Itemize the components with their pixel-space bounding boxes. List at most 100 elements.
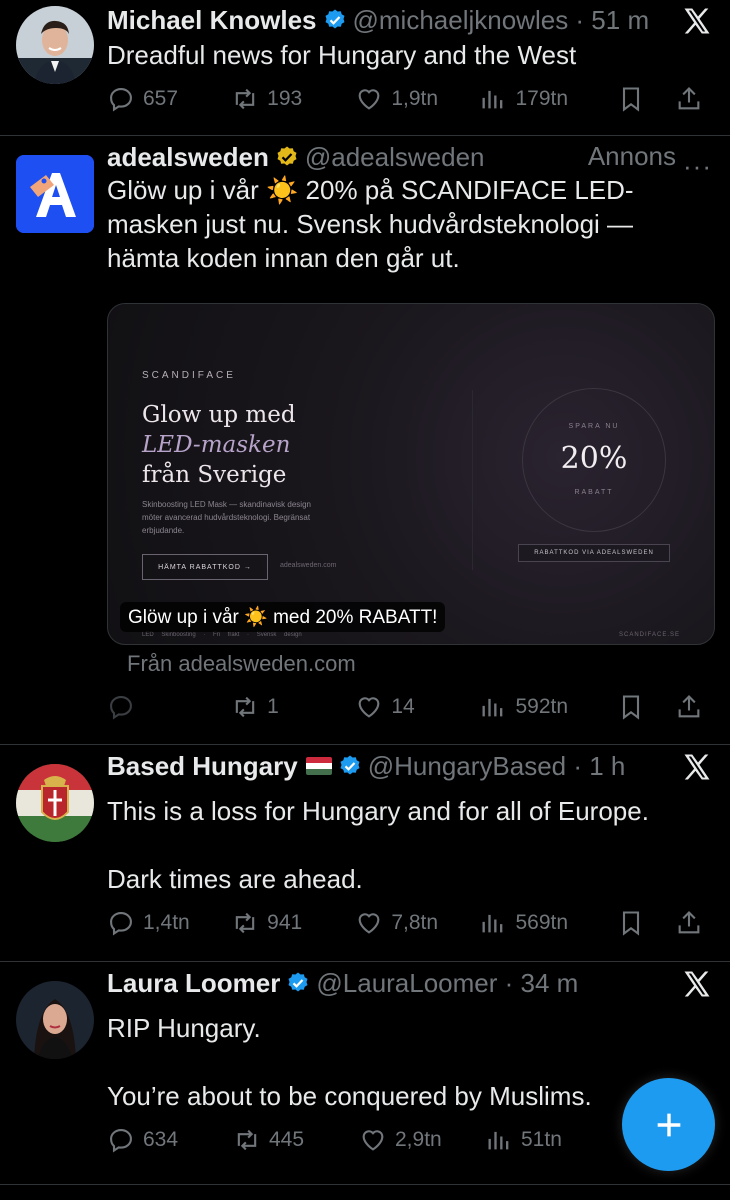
like-icon xyxy=(358,697,380,718)
tweet-ad-adealsweden[interactable]: adealsweden @adealsweden Annons ··· Glöw… xyxy=(0,137,730,745)
share-icon xyxy=(678,695,699,718)
media-brand: SCANDIFACE xyxy=(142,370,236,381)
like-button[interactable]: 14 xyxy=(355,693,479,721)
x-logo-icon xyxy=(684,971,710,997)
repost-button[interactable]: 445 xyxy=(233,1126,359,1154)
tweet-text: This is a loss for Hungary and for all o… xyxy=(107,794,710,896)
like-button[interactable]: 2,9tn xyxy=(359,1126,485,1154)
repost-button[interactable]: 1 xyxy=(231,693,355,721)
ad-source-link[interactable]: Från adealsweden.com xyxy=(127,651,356,677)
author-name[interactable]: Michael Knowles xyxy=(107,5,317,36)
like-icon xyxy=(362,1130,384,1151)
like-count: 1,9tn xyxy=(391,87,439,110)
reply-icon xyxy=(110,696,132,720)
tweet-text-line: This is a loss for Hungary and for all o… xyxy=(107,796,649,826)
like-icon xyxy=(358,913,380,934)
bookmark-icon xyxy=(623,695,640,720)
reply-button[interactable] xyxy=(107,693,231,721)
bookmark-icon xyxy=(623,911,640,936)
repost-button[interactable]: 941 xyxy=(231,909,355,937)
tweet-header: Michael Knowles @michaeljknowles · 51 m xyxy=(107,4,680,36)
ad-media-image[interactable]: SCANDIFACE Glow up med LED-masken från S… xyxy=(107,303,715,645)
avatar-adealsweden[interactable] xyxy=(16,155,94,233)
tweet-actions: 1 14 592tn xyxy=(107,690,714,724)
reply-count: 634 xyxy=(143,1128,179,1151)
views-button[interactable]: 592tn xyxy=(479,693,617,721)
view-count: 592tn xyxy=(515,695,569,718)
tweet-text-blank xyxy=(107,1045,710,1079)
ad-label: Annons xyxy=(587,141,676,171)
tweet-laura-loomer[interactable]: Laura Loomer @LauraLoomer · 34 m RIP Hun… xyxy=(0,963,730,1185)
tweet-header: adealsweden @adealsweden xyxy=(107,141,540,173)
reply-icon xyxy=(110,1129,132,1153)
tweet-actions: 657 193 1,9tn 179tn xyxy=(107,82,714,116)
author-name[interactable]: Based Hungary xyxy=(107,751,298,782)
views-icon xyxy=(482,914,503,933)
tweet-header: Based Hungary @HungaryBased · 1 h xyxy=(107,750,680,782)
compose-button[interactable] xyxy=(622,1078,715,1171)
avatar-laura-loomer[interactable] xyxy=(16,981,94,1059)
media-cta-button: HÄMTA RABATTKOD → xyxy=(142,554,268,580)
reply-count: 657 xyxy=(143,87,179,110)
like-button[interactable]: 7,8tn xyxy=(355,909,479,937)
bookmark-button[interactable] xyxy=(617,693,674,721)
author-name[interactable]: adealsweden xyxy=(107,142,269,173)
share-icon xyxy=(678,87,699,110)
author-handle[interactable]: @michaeljknowles · 51 m xyxy=(353,5,650,36)
media-save-label: SPARA NU xyxy=(568,423,620,430)
tweet-text-line: Dark times are ahead. xyxy=(107,864,363,894)
bookmark-icon xyxy=(623,87,640,112)
tweet-text-line: RIP Hungary. xyxy=(107,1013,261,1043)
repost-count: 193 xyxy=(267,87,303,110)
x-logo-icon xyxy=(684,8,710,34)
views-button[interactable]: 569tn xyxy=(479,909,617,937)
author-handle[interactable]: @LauraLoomer · 34 m xyxy=(316,968,578,999)
tweet-michael-knowles[interactable]: Michael Knowles @michaeljknowles · 51 m … xyxy=(0,0,730,136)
bookmark-button[interactable] xyxy=(617,909,674,937)
like-icon xyxy=(358,89,380,110)
views-button[interactable]: 179tn xyxy=(479,85,617,113)
media-site: adealsweden.com xyxy=(280,562,337,569)
reply-button[interactable]: 657 xyxy=(107,85,231,113)
avatar-michael-knowles[interactable] xyxy=(16,6,94,84)
verified-badge-gold-icon xyxy=(277,146,297,166)
author-name[interactable]: Laura Loomer xyxy=(107,968,280,999)
views-icon xyxy=(482,90,503,109)
media-discount-circle: SPARA NU 20% RABATT xyxy=(522,388,666,532)
like-button[interactable]: 1,9tn xyxy=(355,85,479,113)
verified-badge-icon xyxy=(325,9,344,29)
more-options-icon[interactable]: ··· xyxy=(683,151,712,182)
share-button[interactable] xyxy=(675,693,714,721)
author-handle[interactable]: @adealsweden xyxy=(305,142,485,173)
reply-icon xyxy=(110,88,132,112)
tweet-text: Dreadful news for Hungary and the West xyxy=(107,38,710,72)
tweet-text-line: You’re about to be conquered by Muslims. xyxy=(107,1081,592,1111)
views-icon xyxy=(488,1131,509,1150)
avatar-based-hungary[interactable] xyxy=(16,764,94,842)
bookmark-button[interactable] xyxy=(617,85,674,113)
repost-count: 445 xyxy=(269,1128,305,1151)
reply-count: 1,4tn xyxy=(143,911,190,934)
share-button[interactable] xyxy=(675,85,714,113)
repost-count: 1 xyxy=(267,695,279,718)
x-logo-icon xyxy=(684,754,710,780)
verified-badge-icon xyxy=(340,755,360,775)
like-count: 2,9tn xyxy=(395,1128,442,1151)
reply-button[interactable]: 634 xyxy=(107,1126,233,1154)
repost-button[interactable]: 193 xyxy=(231,85,355,113)
media-title-line: LED-masken xyxy=(142,432,291,458)
tweet-text: Glöw up i vår ☀️ 20% på SCANDIFACE LED-m… xyxy=(107,173,670,275)
media-title-line: från Sverige xyxy=(142,462,287,488)
media-footer-left: LED Skinboosting · Fri frakt · Svensk de… xyxy=(142,632,302,638)
tweet-text-line: Glöw up i vår ☀️ 20% på SCANDIFACE LED-m… xyxy=(107,175,634,273)
views-button[interactable]: 51tn xyxy=(485,1126,625,1154)
reply-button[interactable]: 1,4tn xyxy=(107,909,231,937)
view-count: 569tn xyxy=(515,911,569,934)
tweet-actions: 1,4tn 941 7,8tn 569tn xyxy=(107,906,714,940)
author-handle[interactable]: @HungaryBased · 1 h xyxy=(368,751,626,782)
hungary-flag-icon xyxy=(305,757,332,775)
media-footer-right: SCANDIFACE.SE xyxy=(618,632,680,638)
like-count: 7,8tn xyxy=(391,911,439,934)
share-button[interactable] xyxy=(675,909,714,937)
tweet-based-hungary[interactable]: Based Hungary @HungaryBased · 1 h This i… xyxy=(0,746,730,962)
